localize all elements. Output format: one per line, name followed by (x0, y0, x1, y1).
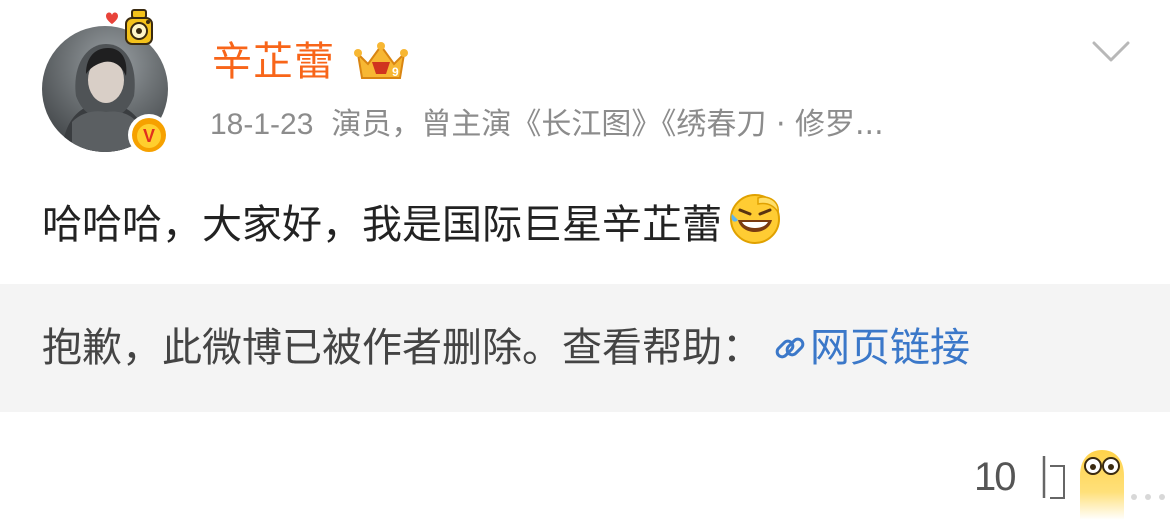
svg-text:9: 9 (392, 65, 399, 79)
weibo-post: V 辛芷蕾 9 18-1-23 演员，曾主演《长江图》《绣春刀 · 修罗... 哈… (0, 0, 1170, 520)
more-dots-icon[interactable] (1128, 490, 1168, 504)
verified-badge: V (128, 114, 170, 156)
deleted-notice: 抱歉，此微博已被作者删除。查看帮助： 网页链接 (0, 284, 1170, 412)
thumbs-up-icon[interactable] (1020, 452, 1076, 502)
user-description: 演员，曾主演《长江图》《绣春刀 · 修罗... (331, 107, 884, 142)
chevron-down-icon[interactable] (1092, 40, 1130, 64)
post-content-text: 哈哈哈，大家好，我是国际巨星辛芷蕾 (42, 202, 722, 248)
web-link[interactable]: 网页链接 (810, 325, 970, 371)
laugh-cry-emoji-icon (730, 194, 780, 244)
deleted-notice-text-row: 抱歉，此微博已被作者删除。查看帮助： 网页链接 (42, 320, 970, 376)
deleted-notice-text: 抱歉，此微博已被作者删除。查看帮助： (42, 325, 762, 371)
like-count: 10 (974, 455, 1016, 499)
post-content: 哈哈哈，大家好，我是国际巨星辛芷蕾 (42, 192, 782, 252)
crown-vip-icon[interactable]: 9 (352, 40, 410, 84)
shocked-emoji-icon (1080, 450, 1124, 520)
link-icon[interactable] (772, 330, 808, 366)
avatar-pendant-icon (106, 9, 153, 45)
username[interactable]: 辛芷蕾 (212, 36, 335, 88)
post-meta: 18-1-23 演员，曾主演《长江图》《绣春刀 · 修罗... (210, 103, 884, 147)
post-date: 18-1-23 (210, 108, 314, 141)
